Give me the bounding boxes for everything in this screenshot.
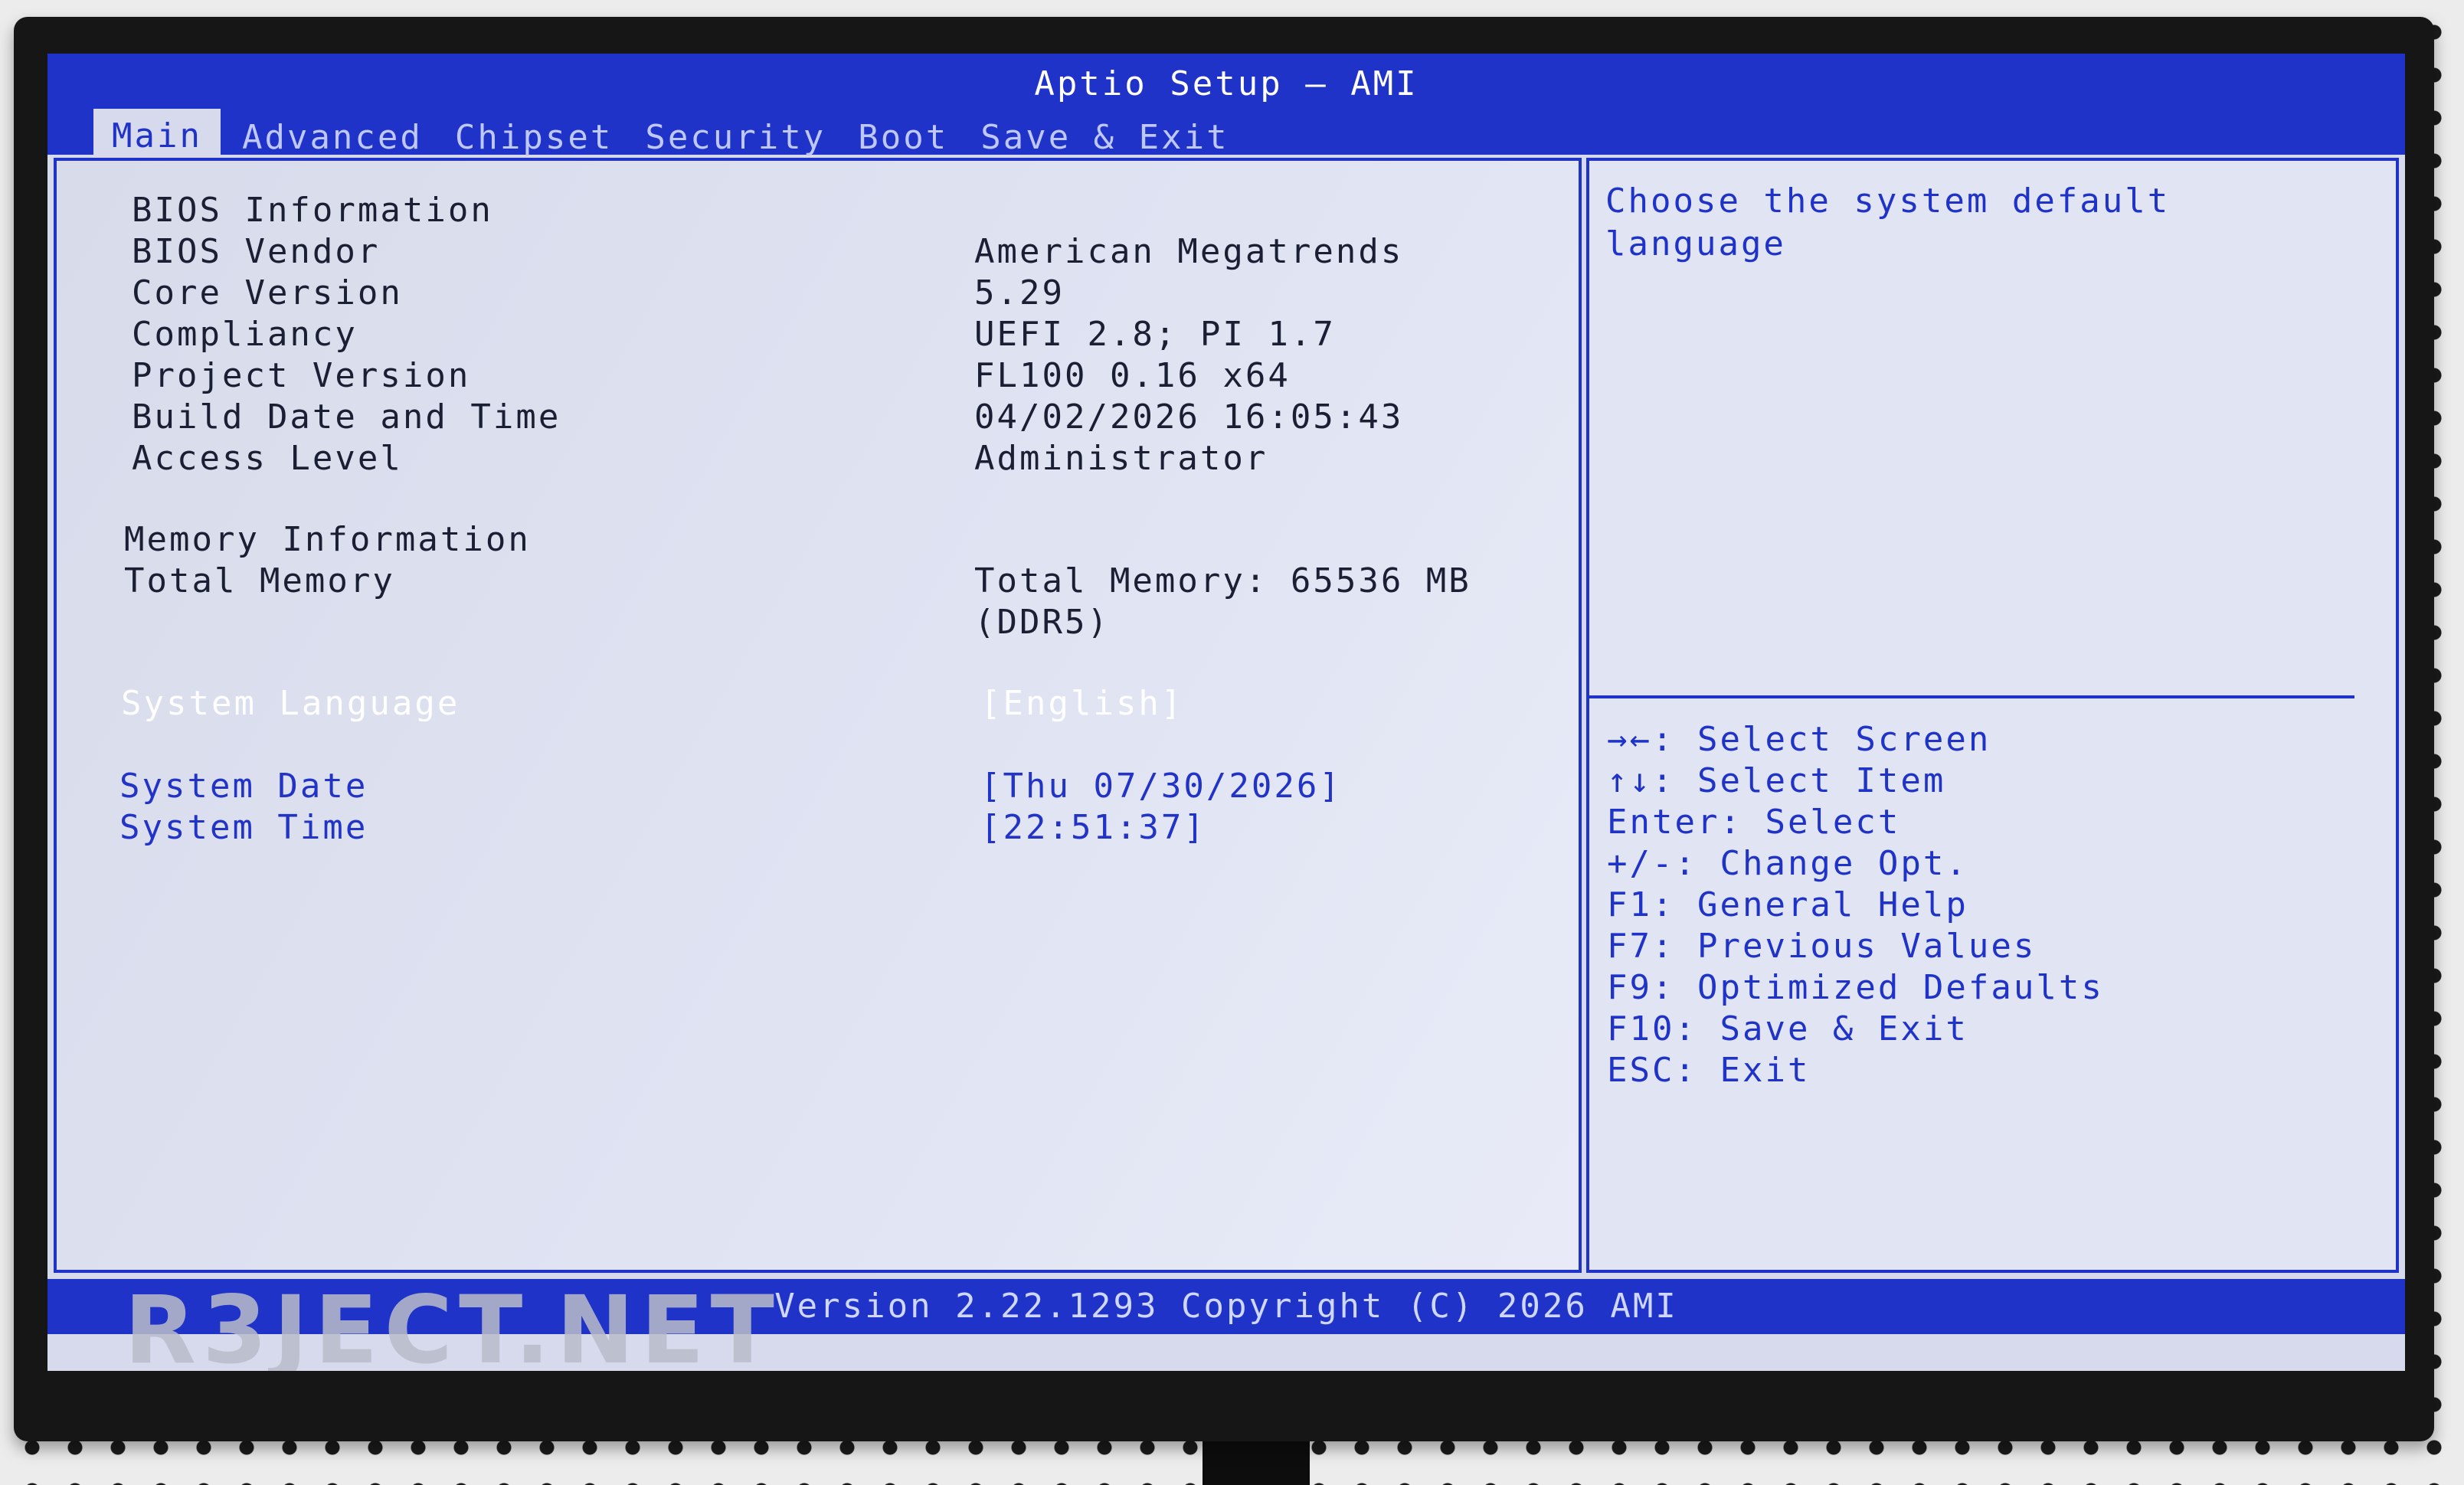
arrows-up-down-icon: ↑↓: bbox=[1607, 761, 1675, 800]
tab-main[interactable]: Main bbox=[93, 109, 221, 162]
key-help-select-screen: →←: Select Screen bbox=[1607, 720, 1991, 759]
key-help-desc: Exit bbox=[1720, 1051, 1811, 1090]
project-version-value: FL100 0.16 x64 bbox=[974, 356, 1291, 395]
tab-bar: Main Advanced Chipset Security Boot Save… bbox=[93, 109, 1240, 162]
key-help-desc: Save & Exit bbox=[1720, 1009, 1968, 1048]
system-language-label[interactable]: System Language bbox=[121, 683, 460, 725]
key-help-enter: Enter: Select bbox=[1607, 803, 1900, 842]
bios-vendor-value: American Megatrends bbox=[974, 232, 1404, 271]
system-time-value[interactable]: [22:51:37] bbox=[980, 807, 1206, 849]
key-help-desc: Optimized Defaults bbox=[1697, 968, 2104, 1007]
key-help-desc: General Help bbox=[1697, 885, 1968, 924]
key-help-f10: F10: Save & Exit bbox=[1607, 1009, 1968, 1048]
key-help-desc: Select Screen bbox=[1697, 720, 1991, 759]
bios-info-header: BIOS Information bbox=[132, 191, 493, 230]
build-date-value: 04/02/2026 16:05:43 bbox=[974, 397, 1404, 437]
key-help-key: F9: bbox=[1607, 968, 1675, 1007]
total-memory-type: (DDR5) bbox=[974, 603, 1110, 642]
core-version-label: Core Version bbox=[132, 273, 403, 312]
key-help-change-opt: +/-: Change Opt. bbox=[1607, 844, 1968, 883]
key-help-key: F7: bbox=[1607, 927, 1675, 966]
key-help-desc: Select Item bbox=[1697, 761, 1946, 800]
tab-chipset[interactable]: Chipset bbox=[444, 112, 623, 162]
top-bar: Aptio Setup – AMI Main Advanced Chipset … bbox=[47, 54, 2405, 162]
core-version-value: 5.29 bbox=[974, 273, 1065, 312]
key-help-key: F1: bbox=[1607, 885, 1675, 924]
key-help-f9: F9: Optimized Defaults bbox=[1607, 968, 2104, 1007]
tab-advanced[interactable]: Advanced bbox=[231, 112, 434, 162]
total-memory-label: Total Memory bbox=[124, 561, 395, 600]
tab-save-exit[interactable]: Save & Exit bbox=[970, 112, 1239, 162]
tab-security[interactable]: Security bbox=[634, 112, 836, 162]
system-time-label[interactable]: System Time bbox=[119, 807, 368, 849]
build-date-label: Build Date and Time bbox=[132, 397, 561, 437]
key-help-key: Enter: bbox=[1607, 803, 1742, 842]
key-help-f1: F1: General Help bbox=[1607, 885, 1968, 924]
memory-info-header: Memory Information bbox=[124, 520, 531, 559]
compliancy-label: Compliancy bbox=[132, 315, 358, 354]
system-language-value[interactable]: [English] bbox=[980, 683, 1183, 725]
help-text-line-2: language bbox=[1605, 224, 1786, 263]
key-help-key: F10: bbox=[1607, 1009, 1697, 1048]
key-help-key: +/-: bbox=[1607, 844, 1697, 883]
key-help-select-item: ↑↓: Select Item bbox=[1607, 761, 1945, 800]
bios-screen: Aptio Setup – AMI Main Advanced Chipset … bbox=[47, 54, 2405, 1371]
watermark: R3JECT.NET bbox=[124, 1276, 780, 1371]
key-help-f7: F7: Previous Values bbox=[1607, 927, 2036, 966]
key-help-desc: Select bbox=[1765, 803, 1901, 842]
key-help-key: ESC: bbox=[1607, 1051, 1697, 1090]
system-date-label[interactable]: System Date bbox=[119, 766, 368, 807]
help-text-line-1: Choose the system default bbox=[1605, 182, 2171, 221]
access-level-value: Administrator bbox=[974, 439, 1268, 478]
app-title: Aptio Setup – AMI bbox=[1034, 64, 1419, 103]
total-memory-value: Total Memory: 65536 MB bbox=[974, 561, 1471, 600]
compliancy-value: UEFI 2.8; PI 1.7 bbox=[974, 315, 1336, 354]
access-level-label: Access Level bbox=[132, 439, 403, 478]
tab-boot[interactable]: Boot bbox=[847, 112, 959, 162]
help-panel bbox=[1586, 158, 2399, 1273]
key-help-desc: Change Opt. bbox=[1720, 844, 1968, 883]
key-help-esc: ESC: Exit bbox=[1607, 1051, 1810, 1090]
bios-vendor-label: BIOS Vendor bbox=[132, 232, 381, 271]
arrows-left-right-icon: →←: bbox=[1607, 720, 1675, 759]
project-version-label: Project Version bbox=[132, 356, 471, 395]
key-help-desc: Previous Values bbox=[1697, 927, 2037, 966]
system-date-value[interactable]: [Thu 07/30/2026] bbox=[980, 766, 1342, 807]
help-divider bbox=[1589, 695, 2354, 698]
